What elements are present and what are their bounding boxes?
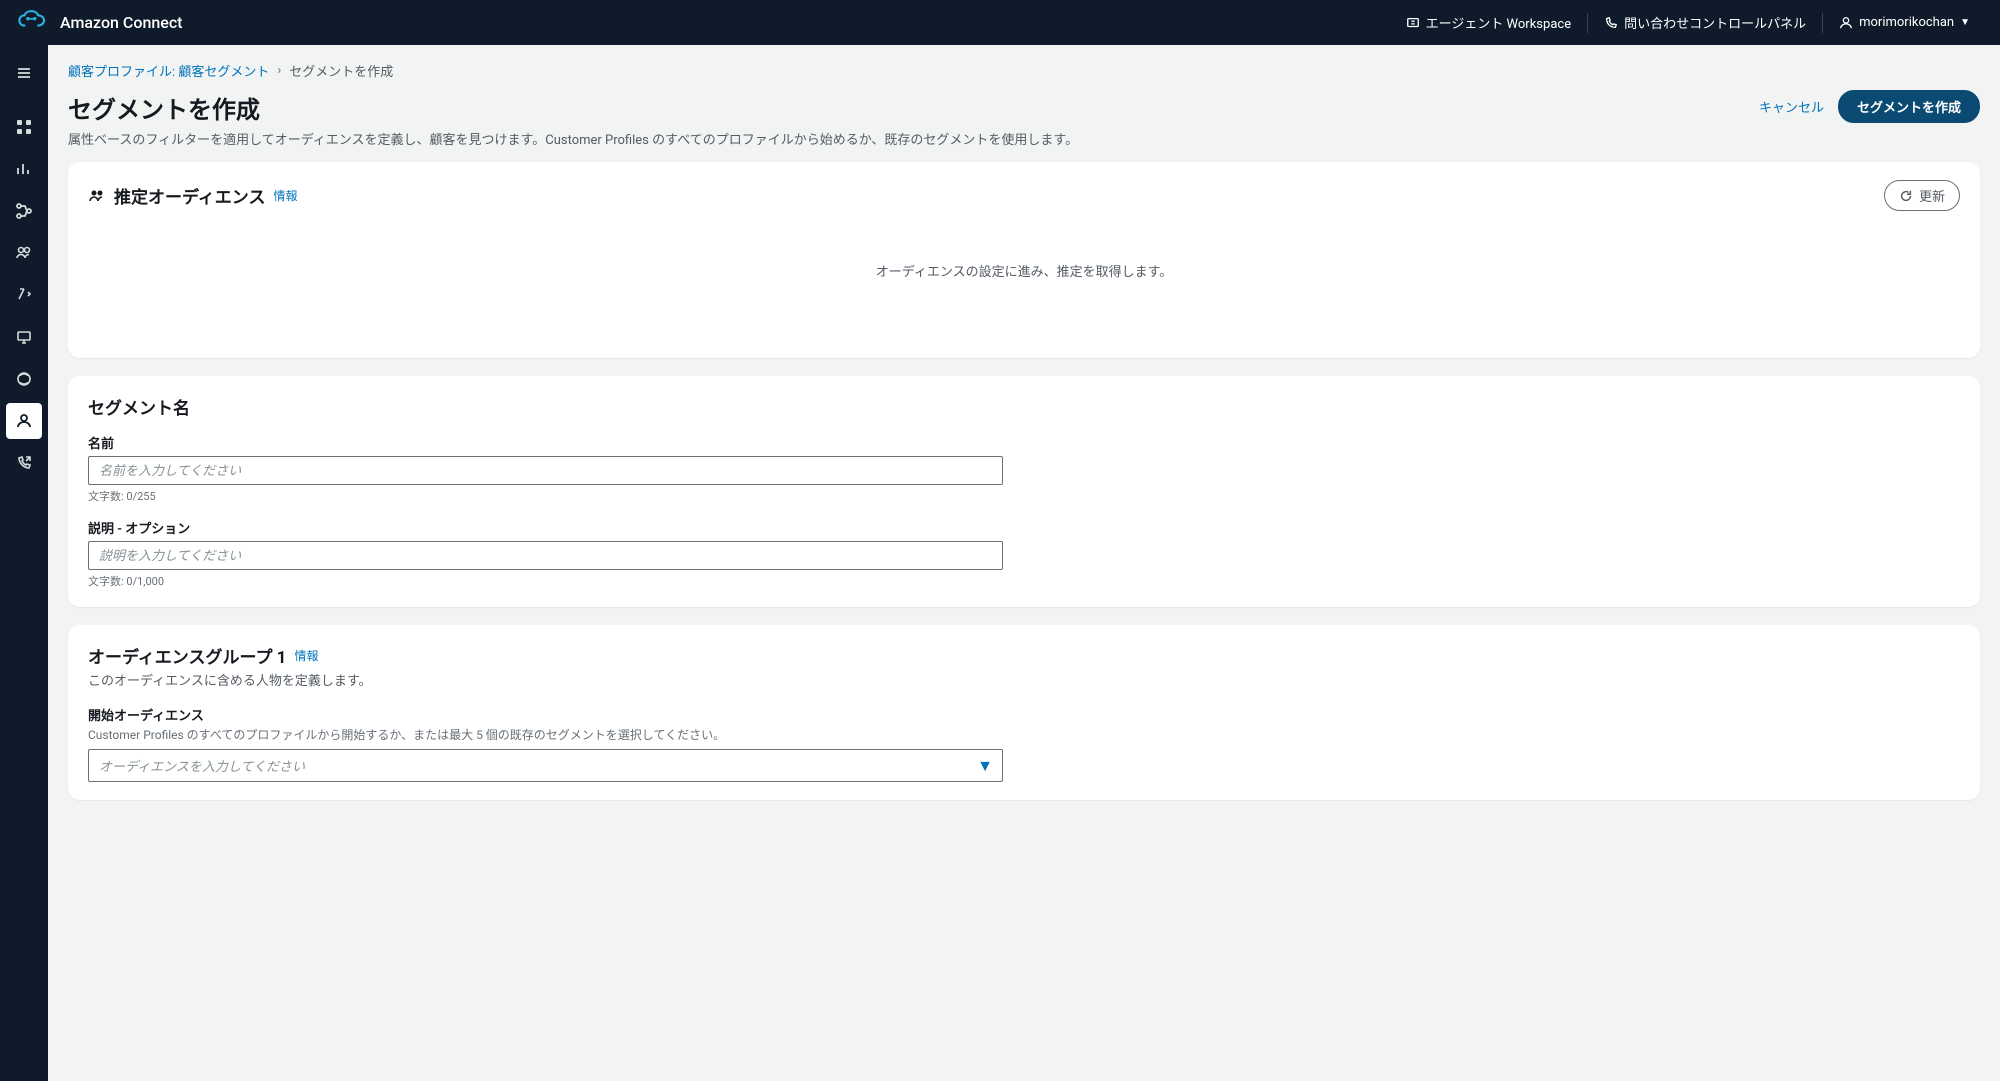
estimated-audience-panel: 推定オーディエンス 情報 更新 オーディエンスの設定に進み、推定を取得します。: [68, 162, 1980, 358]
user-icon: [1839, 16, 1853, 30]
phone-icon: [1604, 16, 1618, 30]
audience-icon: [88, 187, 106, 205]
audience-group-desc: このオーディエンスに含める人物を定義します。: [88, 670, 1960, 689]
sidebar-analytics[interactable]: [6, 151, 42, 187]
info-link[interactable]: 情報: [273, 187, 297, 204]
sidebar-channels[interactable]: [6, 319, 42, 355]
start-audience-select[interactable]: オーディエンスを入力してください: [88, 749, 1003, 782]
name-input[interactable]: [88, 456, 1003, 485]
sidebar-nav: [0, 45, 48, 1081]
segment-name-panel: セグメント名 名前 文字数: 0/255 説明 - オプション 文字数: 0/1…: [68, 376, 1980, 607]
agent-workspace-link[interactable]: エージェント Workspace: [1392, 13, 1586, 32]
sidebar-outbound[interactable]: [6, 445, 42, 481]
workspace-icon: [1406, 16, 1420, 30]
divider: [1587, 13, 1588, 33]
name-hint: 文字数: 0/255: [88, 488, 1960, 504]
top-bar: Amazon Connect エージェント Workspace 問い合わせコント…: [0, 0, 2000, 45]
breadcrumb-parent[interactable]: 顧客プロファイル: 顧客セグメント: [68, 61, 269, 80]
audience-empty-text: オーディエンスの設定に進み、推定を取得します。: [88, 211, 1960, 340]
main-content: 顧客プロファイル: 顧客セグメント › セグメントを作成 セグメントを作成 属性…: [48, 45, 2000, 1081]
divider: [1822, 13, 1823, 33]
ccp-link[interactable]: 問い合わせコントロールパネル: [1590, 13, 1820, 32]
audience-group-title: オーディエンスグループ 1: [88, 643, 286, 668]
product-logo[interactable]: Amazon Connect: [16, 10, 183, 36]
page-description: 属性ベースのフィルターを適用してオーディエンスを定義し、顧客を見つけます。Cus…: [68, 129, 1078, 148]
product-name: Amazon Connect: [60, 13, 183, 32]
start-audience-hint: Customer Profiles のすべてのプロファイルから開始するか、または…: [88, 726, 1960, 743]
sidebar-contact[interactable]: [6, 361, 42, 397]
info-link[interactable]: 情報: [294, 647, 318, 664]
connect-logo-icon: [16, 10, 50, 36]
refresh-icon: [1899, 189, 1913, 203]
chevron-right-icon: ›: [277, 63, 281, 78]
sidebar-dashboard[interactable]: [6, 109, 42, 145]
description-input[interactable]: [88, 541, 1003, 570]
name-label: 名前: [88, 433, 1960, 452]
segment-name-section-title: セグメント名: [88, 394, 1960, 419]
breadcrumb-current: セグメントを作成: [289, 61, 393, 80]
sidebar-customer-profiles[interactable]: [6, 403, 42, 439]
sidebar-users[interactable]: [6, 235, 42, 271]
audience-group-panel: オーディエンスグループ 1 情報 このオーディエンスに含める人物を定義します。 …: [68, 625, 1980, 800]
sidebar-phone-numbers[interactable]: [6, 277, 42, 313]
page-header: セグメントを作成 属性ベースのフィルターを適用してオーディエンスを定義し、顧客を…: [68, 90, 1980, 148]
cancel-button[interactable]: キャンセル: [1759, 97, 1824, 116]
sidebar-routing[interactable]: [6, 193, 42, 229]
page-title: セグメントを作成: [68, 90, 1078, 125]
breadcrumb: 顧客プロファイル: 顧客セグメント › セグメントを作成: [68, 61, 1980, 80]
description-hint: 文字数: 0/1,000: [88, 573, 1960, 589]
description-label: 説明 - オプション: [88, 518, 1960, 537]
user-menu[interactable]: morimorikochan ▼: [1825, 15, 1984, 30]
create-segment-button[interactable]: セグメントを作成: [1838, 90, 1980, 123]
estimated-audience-title: 推定オーディエンス: [114, 183, 265, 208]
caret-down-icon: ▼: [1960, 17, 1970, 28]
hamburger-menu[interactable]: [6, 55, 42, 91]
refresh-button[interactable]: 更新: [1884, 180, 1960, 211]
start-audience-label: 開始オーディエンス: [88, 705, 1960, 724]
